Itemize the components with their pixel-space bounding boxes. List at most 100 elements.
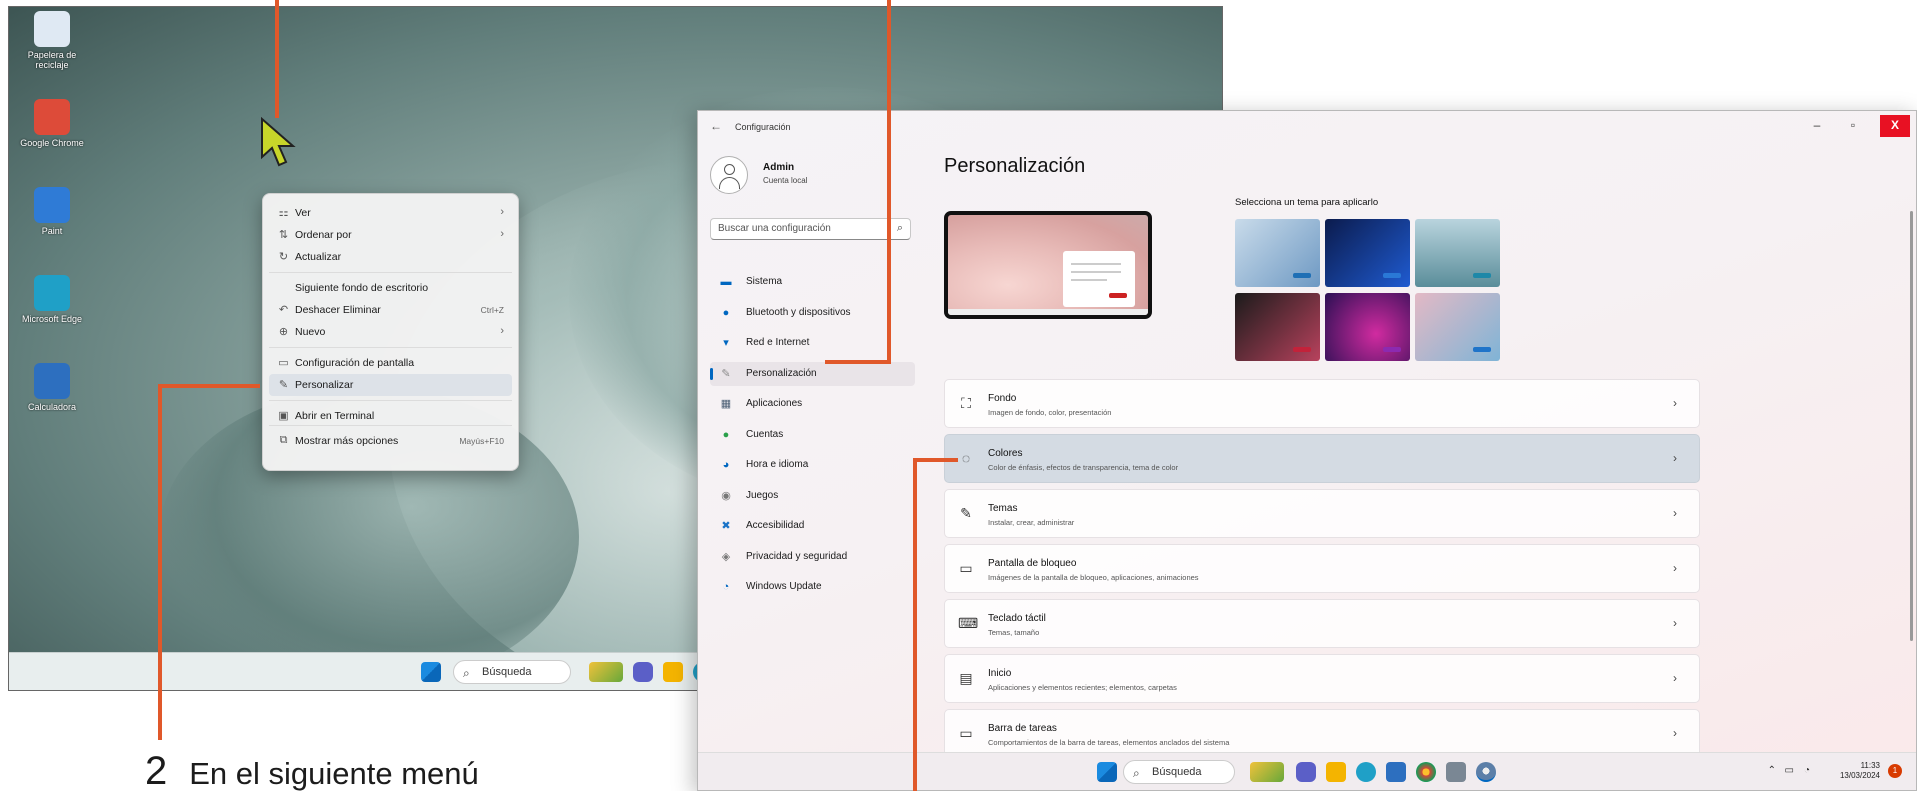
desktop-icon[interactable]: Paint — [15, 187, 89, 236]
sidebar-item[interactable]: ◉ Juegos — [710, 484, 915, 508]
settings-card[interactable]: ⌨ Teclado táctil Temas, tamaño › — [944, 599, 1700, 648]
sort-icon: ⇅ — [278, 229, 289, 241]
close-button[interactable]: X — [1880, 115, 1910, 137]
settings-card[interactable]: ▭ Pantalla de bloqueo Imágenes de la panta… — [944, 544, 1700, 593]
minimize-button[interactable]: – — [1802, 115, 1832, 137]
notification-badge[interactable]: 1 — [1888, 764, 1902, 778]
shield-icon: ◈ — [721, 550, 731, 563]
widgets-icon[interactable] — [589, 662, 623, 682]
network-icon[interactable]: ▭ — [1785, 765, 1794, 776]
clock[interactable]: 11:33 13/03/2024 — [1840, 761, 1880, 781]
paint-icon — [34, 187, 70, 223]
menu-item-label: Configuración de pantalla — [295, 357, 415, 369]
menu-item-label: Nuevo — [295, 326, 326, 338]
sidebar-item[interactable]: ● Cuentas — [710, 423, 915, 447]
start-icon[interactable] — [421, 662, 441, 682]
start-icon: ▤ — [959, 670, 973, 686]
desktop-icon-label: Papelera de reciclaje — [27, 50, 77, 70]
context-menu-item[interactable]: ▣ Abrir en Terminal — [269, 405, 512, 427]
settings-card[interactable]: ⛶ Fondo Imagen de fondo, color, presentaci… — [944, 379, 1700, 428]
accessibility-icon: ✖ — [721, 520, 731, 532]
taskbar-search[interactable]: ⌕ Búsqueda — [1123, 760, 1235, 784]
sidebar-item[interactable]: ▬ Sistema — [710, 270, 915, 294]
theme-taskbar-swatch — [1383, 273, 1401, 278]
sidebar-item-label: Aplicaciones — [746, 398, 803, 409]
edge-icon[interactable] — [1356, 762, 1376, 782]
maximize-button[interactable]: ▫ — [1838, 115, 1868, 137]
desktop-icon[interactable]: Papelera de reciclaje — [15, 11, 89, 70]
taskbar-search-label: Búsqueda — [1152, 766, 1202, 778]
sidebar-item[interactable]: ▾ Red e Internet — [710, 331, 915, 355]
context-menu-item[interactable]: ▭ Configuración de pantalla — [269, 352, 512, 374]
clock-date: 13/03/2024 — [1839, 771, 1880, 780]
chrome-icon[interactable] — [1416, 762, 1436, 782]
theme-thumbnail[interactable] — [1325, 219, 1410, 287]
menu-item-label: Actualizar — [295, 251, 342, 263]
theme-thumbnail[interactable] — [1325, 293, 1410, 361]
file-explorer-icon[interactable] — [1326, 762, 1346, 782]
annotation-line — [275, 0, 279, 118]
context-menu-item[interactable]: Siguiente fondo de escritorio — [269, 277, 512, 299]
context-menu-item[interactable]: ⊕ Nuevo › — [269, 321, 512, 343]
settings-card[interactable]: ▭ Barra de tareas Comportamientos de la ba… — [944, 709, 1700, 758]
theme-thumbnail[interactable] — [1235, 293, 1320, 361]
widgets-icon[interactable] — [1250, 762, 1284, 782]
menu-item-label: Personalizar — [295, 379, 354, 391]
settings-gear-icon[interactable] — [1476, 762, 1496, 782]
chat-icon[interactable] — [1296, 762, 1316, 782]
annotation-line — [913, 458, 958, 462]
chevron-right-icon: › — [1673, 616, 1677, 630]
sidebar-item[interactable]: ◔ Windows Update — [710, 575, 915, 599]
desktop-icon[interactable]: Google Chrome — [15, 99, 89, 148]
settings-search-input[interactable]: Buscar una configuración ⌕ — [710, 218, 911, 240]
display-icon: ▭ — [278, 357, 289, 369]
sidebar-item[interactable]: ▦ Aplicaciones — [710, 392, 915, 416]
scrollbar[interactable] — [1910, 211, 1913, 641]
card-title: Pantalla de bloqueo — [988, 558, 1077, 569]
context-menu-item[interactable]: ↶ Deshacer Eliminar Ctrl+Z — [269, 299, 512, 321]
sidebar-item[interactable]: ◕ Hora e idioma — [710, 453, 915, 477]
desktop-icon[interactable]: Microsoft Edge — [15, 275, 89, 324]
theme-thumbnail[interactable] — [1235, 219, 1320, 287]
back-arrow-icon[interactable]: ← — [710, 119, 722, 133]
sidebar-item[interactable]: ● Bluetooth y dispositivos — [710, 301, 915, 325]
sidebar-item-label: Red e Internet — [746, 337, 810, 348]
settings-card[interactable]: ✎ Temas Instalar, crear, administrar › — [944, 489, 1700, 538]
games-icon: ◉ — [721, 489, 731, 502]
context-menu-item[interactable]: ⚏ Ver › — [269, 202, 512, 224]
sidebar-item[interactable]: ✖ Accesibilidad — [710, 514, 915, 538]
user-profile[interactable]: Admin Cuenta local — [710, 156, 910, 196]
context-menu-item[interactable]: ↻ Actualizar — [269, 246, 512, 268]
settings-card[interactable]: ▤ Inicio Aplicaciones y elementos reciente… — [944, 654, 1700, 703]
file-explorer-icon[interactable] — [663, 662, 683, 682]
card-title: Colores — [988, 448, 1023, 459]
time-language-icon: ◕ — [722, 459, 730, 471]
page-title: Personalización — [944, 155, 1086, 177]
context-menu-item[interactable]: ✎ Personalizar — [269, 374, 512, 396]
desktop-icon-label: Calculadora — [27, 402, 77, 412]
grid-icon: ⚏ — [278, 207, 289, 219]
context-menu-item[interactable]: ⇅ Ordenar por › — [269, 224, 512, 246]
desktop-icon[interactable]: Calculadora — [15, 363, 89, 412]
theme-thumbnail[interactable] — [1415, 293, 1500, 361]
card-subtitle: Comportamientos de la barra de tareas, e… — [988, 738, 1230, 747]
menu-item-label: Ver — [295, 207, 311, 219]
context-menu-item[interactable]: ⧉ Mostrar más opciones Mayús+F10 — [269, 430, 512, 452]
annotation-line — [825, 360, 891, 364]
menu-item-label: Ordenar por — [295, 229, 352, 241]
wifi-icon: ▾ — [723, 337, 729, 349]
chat-icon[interactable] — [633, 662, 653, 682]
annotation-line — [913, 458, 917, 791]
calculator-icon[interactable] — [1386, 762, 1406, 782]
volume-icon[interactable]: ◔ — [1804, 765, 1810, 776]
theme-taskbar-swatch — [1473, 347, 1491, 352]
undo-icon: ↶ — [278, 304, 289, 316]
sidebar-item[interactable]: ◈ Privacidad y seguridad — [710, 545, 915, 569]
theme-thumbnail[interactable] — [1415, 219, 1500, 287]
chevron-up-icon[interactable]: ⌃ — [1768, 765, 1776, 776]
sidebar-item[interactable]: ✎ Personalización — [710, 361, 915, 386]
start-icon[interactable] — [1097, 762, 1117, 782]
taskbar-search[interactable]: ⌕ Búsqueda — [453, 660, 571, 684]
camera-icon[interactable] — [1446, 762, 1466, 782]
settings-card[interactable]: ◌ Colores Color de énfasis, efectos de tra… — [944, 434, 1700, 483]
